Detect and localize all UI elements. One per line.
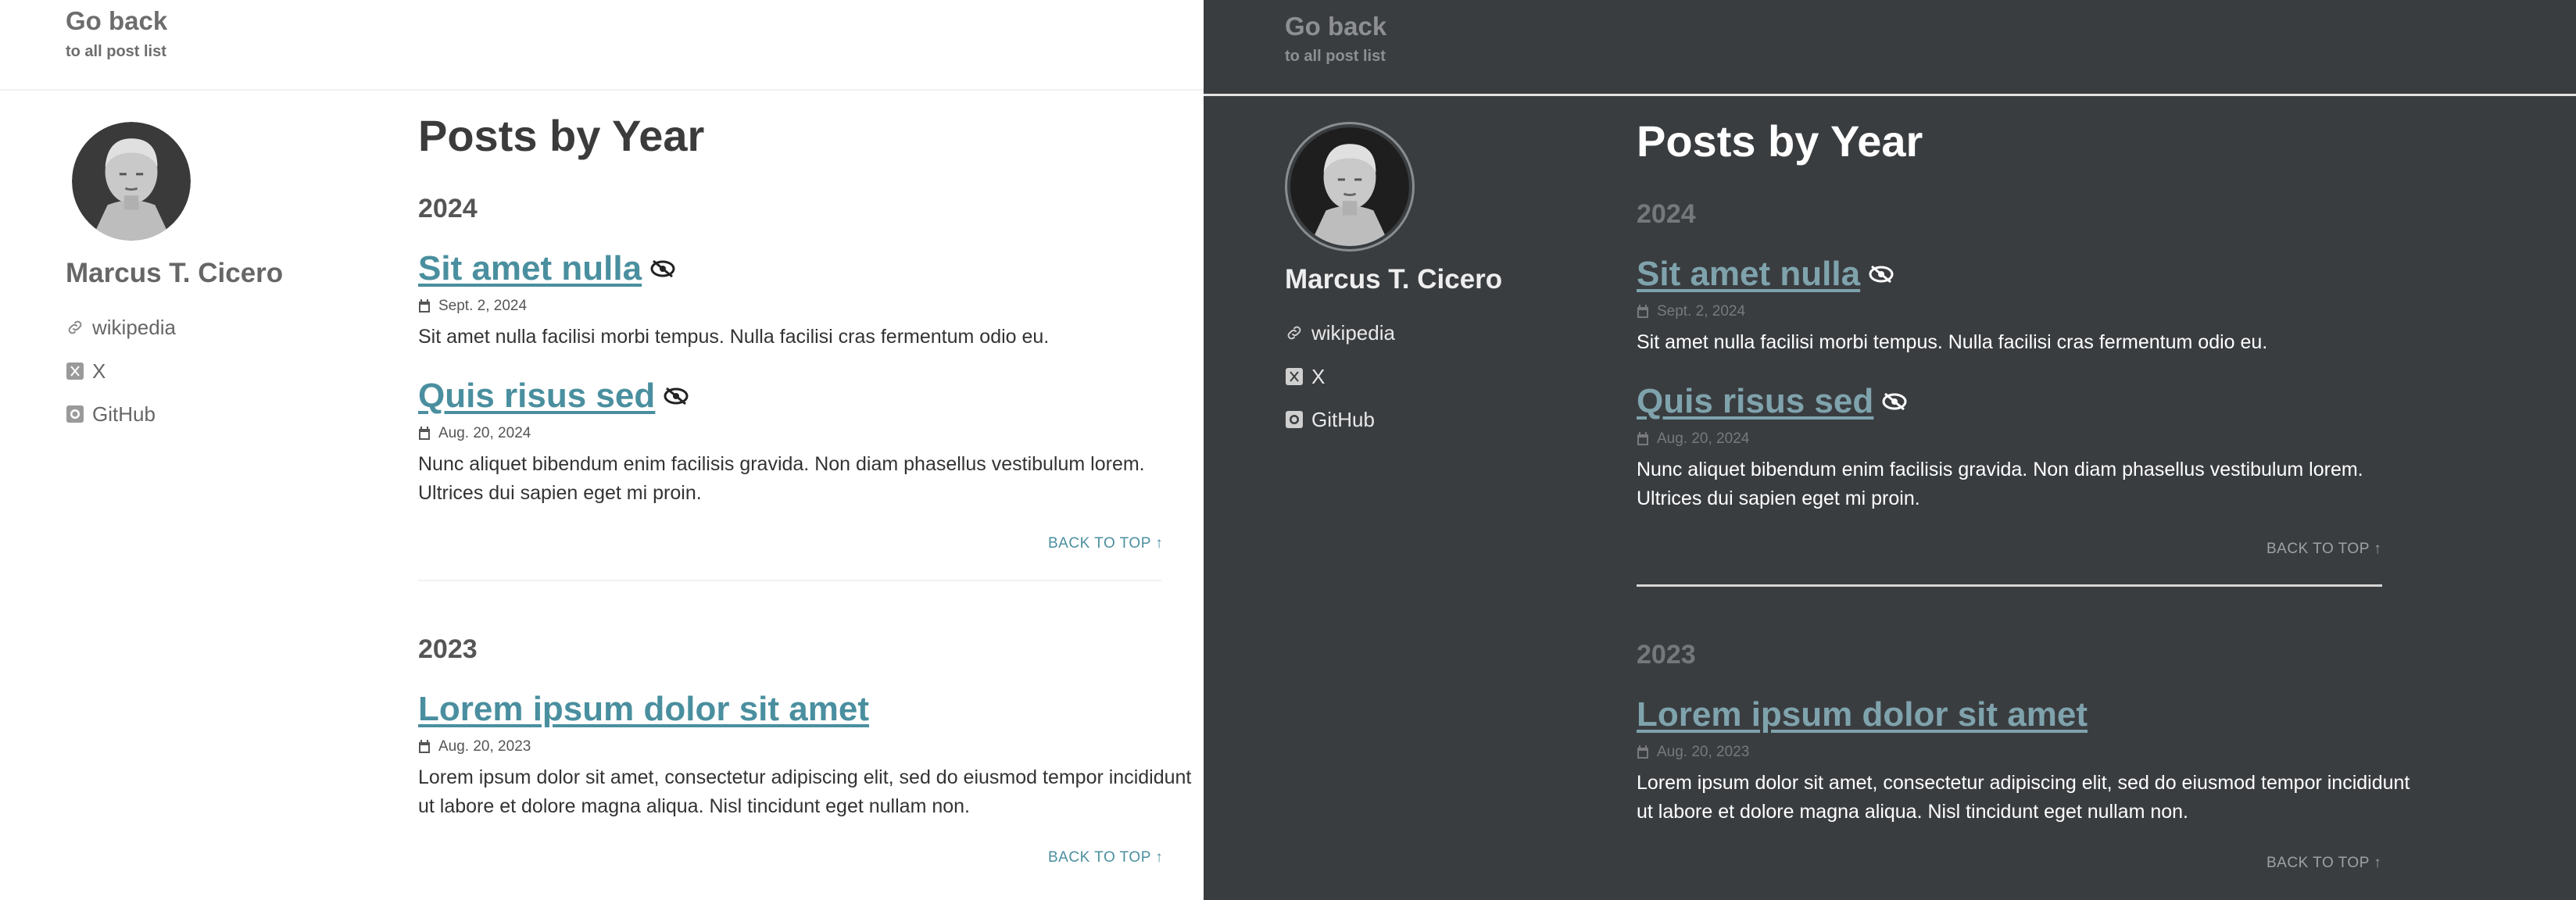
avatar (72, 122, 191, 241)
post-title-link[interactable]: Sit amet nulla (1637, 257, 1894, 291)
social-link-label: GitHub (92, 402, 156, 426)
calendar-icon (1637, 431, 1648, 445)
post-excerpt: Sit amet nulla facilisi morbi tempus. Nu… (418, 326, 1050, 348)
header: Go back to all post list (0, 0, 1204, 91)
post-title-link[interactable]: Sit amet nulla (418, 252, 676, 286)
post-excerpt: Sit amet nulla facilisi morbi tempus. Nu… (1637, 331, 2268, 353)
light-theme-pane: Go back to all post list Marcus T. Cicer… (0, 0, 1204, 900)
back-to-top-link[interactable]: BACK TO TOP ↑ (2267, 855, 2381, 870)
post-date-text: Aug. 20, 2024 (1657, 430, 1750, 447)
post-date-text: Aug. 20, 2023 (438, 738, 531, 755)
post-date: Aug. 20, 2023 (1637, 745, 1749, 759)
eye-slash-icon (1882, 392, 1907, 411)
post-title-link[interactable]: Lorem ipsum dolor sit amet (1637, 698, 2088, 732)
back-to-top-link[interactable]: BACK TO TOP ↑ (2267, 541, 2381, 556)
post-date-text: Aug. 20, 2024 (438, 425, 531, 441)
eye-slash-icon (650, 259, 675, 278)
year-heading: 2024 (418, 194, 478, 223)
social-link-x[interactable]: X (66, 361, 106, 381)
social-link-label: X (92, 359, 106, 383)
avatar (1285, 122, 1415, 252)
post-excerpt: Lorem ipsum dolor sit amet, consectetur … (1637, 772, 2410, 823)
page-title: Posts by Year (1637, 116, 1923, 166)
go-back-subtitle[interactable]: to all post list (1285, 48, 1386, 64)
dark-theme-pane: Go back to all post list Marcus T. Cicer… (1204, 0, 2576, 900)
post-date-text: Sept. 2, 2024 (1657, 303, 1746, 320)
calendar-icon (419, 298, 430, 312)
divider (1637, 584, 2382, 587)
calendar-icon (1637, 304, 1648, 318)
eye-slash-icon (1869, 265, 1894, 284)
year-heading: 2024 (1637, 199, 1696, 229)
calendar-icon (419, 426, 430, 440)
post-title-text: Sit amet nulla (418, 249, 642, 288)
x-icon (1286, 368, 1303, 385)
post-date: Aug. 20, 2024 (418, 426, 531, 441)
social-link-label: X (1311, 365, 1326, 388)
year-heading: 2023 (418, 634, 478, 664)
header: Go back to all post list (1204, 0, 2576, 96)
post-title-link[interactable]: Quis risus sed (418, 379, 689, 413)
social-link-github[interactable]: GitHub (1285, 409, 1375, 430)
social-link-label: wikipedia (1311, 321, 1395, 345)
page-title: Posts by Year (418, 111, 705, 160)
post-title-link[interactable]: Quis risus sed (1637, 384, 1908, 419)
github-icon (66, 405, 84, 423)
social-link-wikipedia[interactable]: wikipedia (1285, 323, 1395, 343)
back-to-top-link[interactable]: BACK TO TOP ↑ (1048, 536, 1163, 551)
post-date: Aug. 20, 2024 (1637, 431, 1749, 446)
go-back-link[interactable]: Go back (66, 8, 167, 34)
github-icon (1286, 411, 1303, 428)
post-date: Sept. 2, 2024 (418, 298, 527, 313)
post-title-text: Lorem ipsum dolor sit amet (418, 690, 869, 728)
social-link-wikipedia[interactable]: wikipedia (66, 317, 176, 338)
post-date-text: Aug. 20, 2023 (1657, 744, 1750, 760)
link-icon (1287, 326, 1301, 340)
post-date-text: Sept. 2, 2024 (438, 298, 528, 314)
social-link-label: GitHub (1311, 408, 1375, 431)
post-title-text: Sit amet nulla (1637, 255, 1861, 293)
back-to-top-link[interactable]: BACK TO TOP ↑ (1048, 850, 1163, 865)
post-title-text: Lorem ipsum dolor sit amet (1637, 695, 2088, 734)
post-date: Sept. 2, 2024 (1637, 304, 1745, 319)
link-icon (68, 320, 82, 334)
post-excerpt: Nunc aliquet bibendum enim facilisis gra… (418, 453, 1145, 504)
author-name: Marcus T. Cicero (66, 258, 284, 288)
post-excerpt: Nunc aliquet bibendum enim facilisis gra… (1637, 459, 2363, 509)
post-title-text: Quis risus sed (1637, 382, 1874, 420)
post-title-link[interactable]: Lorem ipsum dolor sit amet (418, 692, 869, 727)
calendar-icon (1637, 745, 1648, 759)
go-back-link[interactable]: Go back (1285, 13, 1386, 39)
go-back-subtitle[interactable]: to all post list (66, 44, 166, 59)
x-icon (66, 362, 84, 380)
year-heading: 2023 (1637, 640, 1696, 670)
social-link-x[interactable]: X (1285, 366, 1325, 387)
calendar-icon (419, 739, 430, 753)
post-title-text: Quis risus sed (418, 377, 656, 415)
divider (418, 580, 1162, 581)
eye-slash-icon (664, 387, 689, 405)
social-link-label: wikipedia (92, 316, 176, 339)
post-date: Aug. 20, 2023 (418, 739, 531, 754)
author-name: Marcus T. Cicero (1285, 264, 1503, 295)
post-excerpt: Lorem ipsum dolor sit amet, consectetur … (418, 766, 1192, 817)
social-link-github[interactable]: GitHub (66, 404, 156, 424)
